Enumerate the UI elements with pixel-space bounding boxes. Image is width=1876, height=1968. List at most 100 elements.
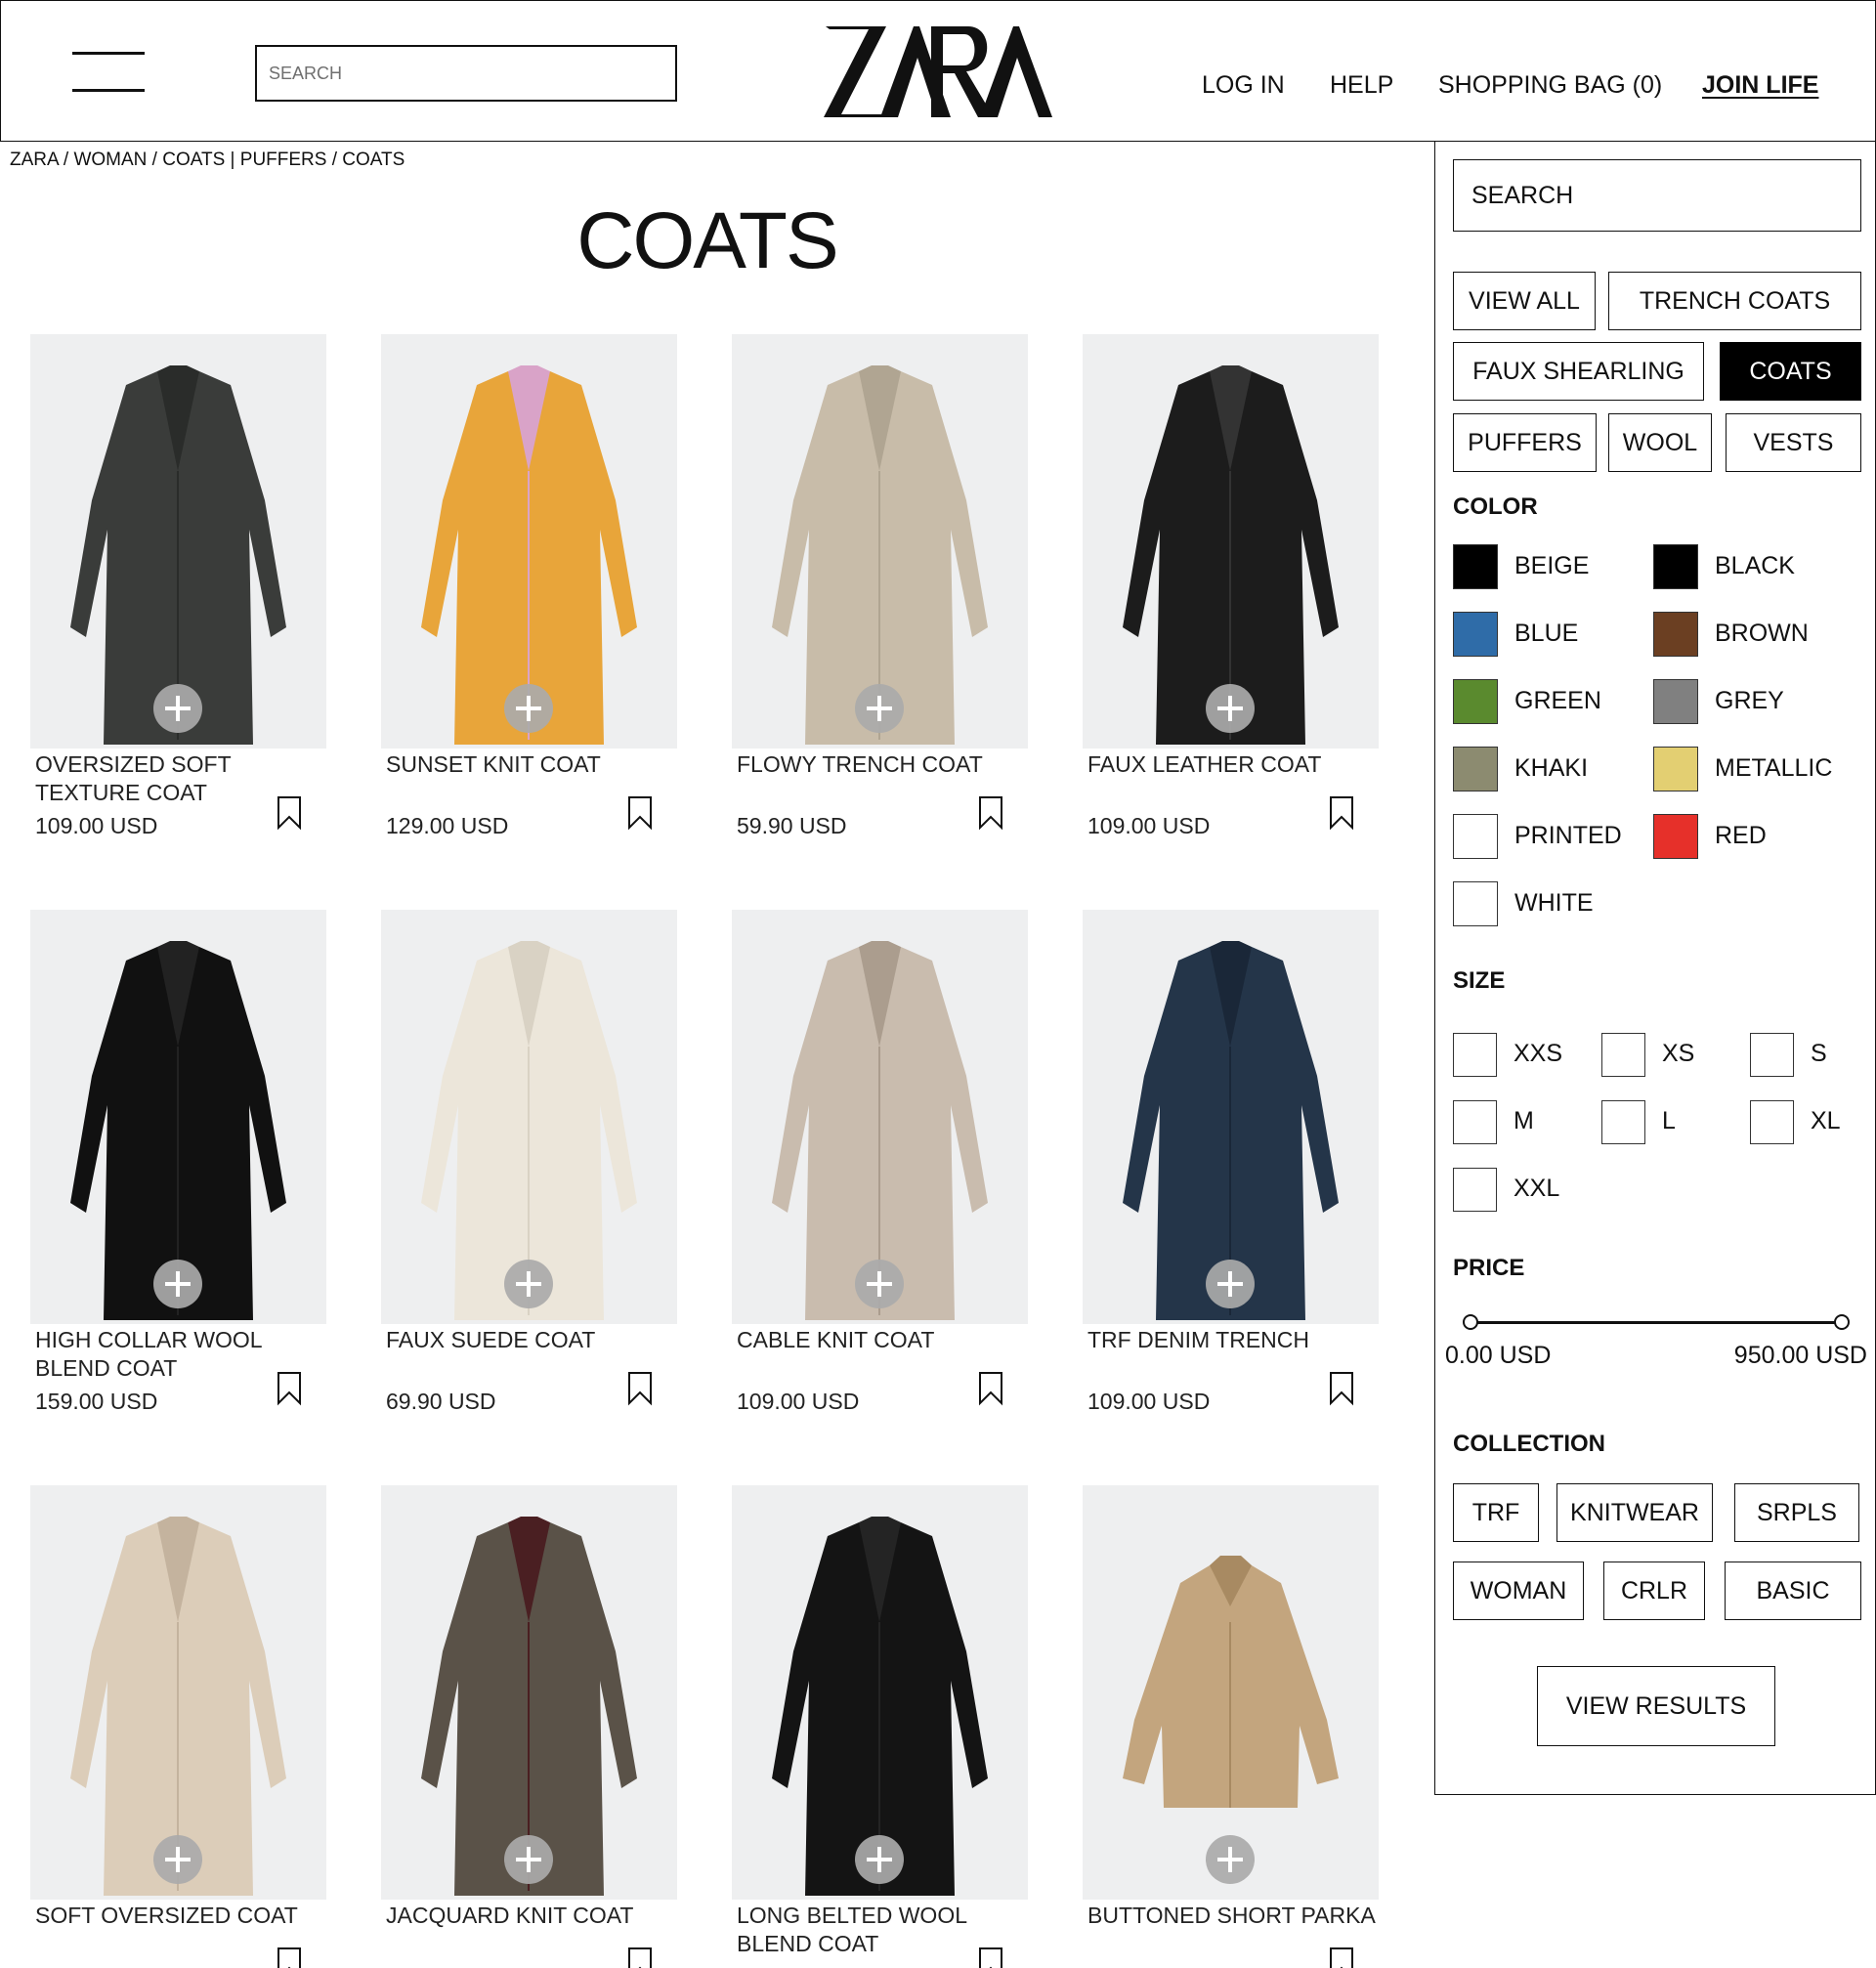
size-label[interactable]: M (1514, 1107, 1534, 1135)
color-swatch-white[interactable] (1453, 881, 1498, 926)
add-to-bag-icon[interactable] (855, 1260, 904, 1308)
login-link[interactable]: LOG IN (1202, 71, 1285, 100)
size-checkbox-xxl[interactable] (1453, 1168, 1497, 1212)
product-image[interactable] (1083, 1485, 1379, 1900)
product-card[interactable]: LONG BELTED WOOL BLEND COAT (732, 1485, 1028, 1968)
product-name[interactable]: FLOWY TRENCH COAT (737, 749, 1030, 779)
bookmark-icon[interactable] (1329, 1947, 1354, 1968)
help-link[interactable]: HELP (1330, 71, 1393, 100)
product-card[interactable]: BUTTONED SHORT PARKA (1083, 1485, 1379, 1968)
category-chip-trench-coats[interactable]: TRENCH COATS (1608, 272, 1861, 330)
product-card[interactable]: CABLE KNIT COAT 109.00 USD (732, 910, 1028, 1418)
add-to-bag-icon[interactable] (855, 1835, 904, 1884)
category-chip-puffers[interactable]: PUFFERS (1453, 413, 1597, 472)
add-to-bag-icon[interactable] (1206, 1835, 1255, 1884)
category-chip-view-all[interactable]: VIEW ALL (1453, 272, 1596, 330)
product-card[interactable]: SOFT OVERSIZED COAT (30, 1485, 326, 1968)
view-results-button[interactable]: VIEW RESULTS (1537, 1666, 1775, 1746)
product-name[interactable]: TRF DENIM TRENCH (1087, 1324, 1381, 1354)
color-swatch-beige[interactable] (1453, 544, 1498, 589)
menu-icon[interactable] (72, 50, 145, 93)
color-swatch-black[interactable] (1653, 544, 1698, 589)
add-to-bag-icon[interactable] (504, 1260, 553, 1308)
size-checkbox-xxs[interactable] (1453, 1033, 1497, 1077)
product-image[interactable] (732, 334, 1028, 749)
price-slider-min-handle[interactable] (1463, 1314, 1478, 1330)
bookmark-icon[interactable] (277, 1371, 302, 1406)
collection-chip-basic[interactable]: BASIC (1725, 1562, 1861, 1620)
product-card[interactable]: FLOWY TRENCH COAT 59.90 USD (732, 334, 1028, 842)
product-card[interactable]: TRF DENIM TRENCH 109.00 USD (1083, 910, 1379, 1418)
bookmark-icon[interactable] (277, 1947, 302, 1968)
product-image[interactable] (30, 910, 326, 1324)
product-image[interactable] (1083, 334, 1379, 749)
color-swatch-khaki[interactable] (1453, 747, 1498, 791)
collection-chip-trf[interactable]: TRF (1453, 1483, 1539, 1542)
join-life-link[interactable]: JOIN LIFE (1702, 71, 1818, 100)
category-chip-faux-shearling[interactable]: FAUX SHEARLING (1453, 342, 1704, 401)
color-label[interactable]: BLACK (1715, 552, 1795, 580)
bookmark-icon[interactable] (627, 795, 653, 831)
color-label[interactable]: BROWN (1715, 620, 1809, 648)
collection-chip-knitwear[interactable]: KNITWEAR (1556, 1483, 1713, 1542)
product-card[interactable]: OVERSIZED SOFT TEXTURE COAT 109.00 USD (30, 334, 326, 842)
product-image[interactable] (30, 334, 326, 749)
add-to-bag-icon[interactable] (1206, 684, 1255, 733)
color-label[interactable]: GREY (1715, 687, 1784, 715)
breadcrumb[interactable]: ZARA / WOMAN / COATS | PUFFERS / COATS (10, 150, 405, 171)
product-image[interactable] (732, 1485, 1028, 1900)
product-name[interactable]: FAUX SUEDE COAT (386, 1324, 679, 1354)
size-checkbox-m[interactable] (1453, 1100, 1497, 1144)
bookmark-icon[interactable] (978, 1947, 1003, 1968)
product-image[interactable] (30, 1485, 326, 1900)
product-image[interactable] (1083, 910, 1379, 1324)
product-card[interactable]: FAUX LEATHER COAT 109.00 USD (1083, 334, 1379, 842)
price-slider-max-handle[interactable] (1834, 1314, 1850, 1330)
color-label[interactable]: METALLIC (1715, 754, 1832, 783)
add-to-bag-icon[interactable] (504, 684, 553, 733)
product-card[interactable]: FAUX SUEDE COAT 69.90 USD (381, 910, 677, 1418)
product-name[interactable]: SOFT OVERSIZED COAT (35, 1900, 328, 1930)
category-chip-coats[interactable]: COATS (1720, 342, 1861, 401)
size-label[interactable]: XL (1811, 1107, 1841, 1135)
product-card[interactable]: JACQUARD KNIT COAT (381, 1485, 677, 1968)
price-slider-track[interactable] (1471, 1321, 1842, 1324)
header-search-input[interactable] (255, 45, 677, 102)
color-swatch-grey[interactable] (1653, 679, 1698, 724)
product-image[interactable] (381, 334, 677, 749)
product-name[interactable]: FAUX LEATHER COAT (1087, 749, 1381, 779)
color-label[interactable]: PRINTED (1514, 822, 1622, 850)
product-image[interactable] (381, 910, 677, 1324)
size-label[interactable]: S (1811, 1040, 1827, 1068)
bookmark-icon[interactable] (978, 795, 1003, 831)
size-checkbox-s[interactable] (1750, 1033, 1794, 1077)
shopping-bag-link[interactable]: SHOPPING BAG (0) (1438, 71, 1662, 100)
product-image[interactable] (381, 1485, 677, 1900)
add-to-bag-icon[interactable] (504, 1835, 553, 1884)
add-to-bag-icon[interactable] (855, 684, 904, 733)
bookmark-icon[interactable] (1329, 1371, 1354, 1406)
color-swatch-green[interactable] (1453, 679, 1498, 724)
bookmark-icon[interactable] (277, 795, 302, 831)
filter-search-input[interactable] (1453, 159, 1861, 232)
category-chip-wool[interactable]: WOOL (1608, 413, 1712, 472)
zara-logo[interactable] (822, 21, 1056, 123)
add-to-bag-icon[interactable] (153, 684, 202, 733)
color-label[interactable]: BLUE (1514, 620, 1578, 648)
size-label[interactable]: XS (1662, 1040, 1694, 1068)
color-swatch-metallic[interactable] (1653, 747, 1698, 791)
size-label[interactable]: L (1662, 1107, 1676, 1135)
collection-chip-woman[interactable]: WOMAN (1453, 1562, 1584, 1620)
bookmark-icon[interactable] (627, 1947, 653, 1968)
product-card[interactable]: SUNSET KNIT COAT 129.00 USD (381, 334, 677, 842)
color-swatch-blue[interactable] (1453, 612, 1498, 657)
color-label[interactable]: WHITE (1514, 889, 1594, 918)
color-label[interactable]: KHAKI (1514, 754, 1588, 783)
size-checkbox-xs[interactable] (1601, 1033, 1645, 1077)
color-swatch-printed[interactable] (1453, 814, 1498, 859)
bookmark-icon[interactable] (1329, 795, 1354, 831)
collection-chip-srpls[interactable]: SRPLS (1734, 1483, 1859, 1542)
color-label[interactable]: RED (1715, 822, 1767, 850)
product-card[interactable]: HIGH COLLAR WOOL BLEND COAT 159.00 USD (30, 910, 326, 1418)
color-label[interactable]: GREEN (1514, 687, 1601, 715)
